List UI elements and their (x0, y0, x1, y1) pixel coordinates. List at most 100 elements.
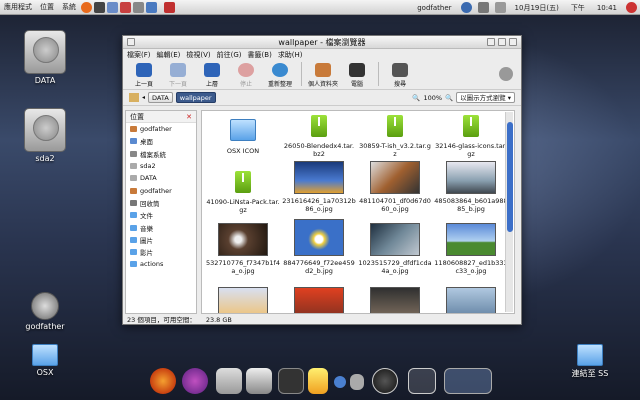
sidebar-item-trash[interactable]: 回收筒 (126, 197, 196, 209)
zoom-out-icon[interactable]: 🔍 (412, 94, 420, 102)
menu-go[interactable]: 前往(G) (217, 50, 242, 60)
file-item[interactable] (358, 287, 432, 313)
menu-help[interactable]: 求助(H) (278, 50, 303, 60)
terminal-launcher-icon[interactable] (94, 1, 105, 13)
home-icon (130, 187, 137, 194)
firefox-launcher-icon[interactable] (81, 1, 92, 13)
file-item[interactable]: 1180608827_ed1b333c33_o.jpg (434, 223, 508, 275)
file-item[interactable]: 30859-T-ish_v3.2.tar.gz (358, 115, 432, 158)
desktop-icon-home[interactable]: godfather (15, 292, 75, 331)
reload-button[interactable]: 重新整理 (263, 63, 297, 89)
red-app-icon[interactable] (164, 1, 175, 13)
search-button[interactable]: 搜尋 (383, 63, 417, 89)
terminal-dock-icon[interactable] (278, 368, 304, 394)
file-item[interactable]: 485083864_b601a98885_b.jpg (434, 161, 508, 213)
file-item[interactable]: 41090-LiNsta-Pack.tar.gz (206, 171, 280, 214)
network-status-icon[interactable] (477, 2, 489, 13)
sidebar-item-godfather-2[interactable]: godfather (126, 184, 196, 196)
sidebar-item-label: 桌面 (140, 138, 153, 147)
clock[interactable]: 10:41 (593, 4, 621, 12)
image-thumbnail (294, 161, 344, 194)
sidebar-item-data[interactable]: DATA (126, 172, 196, 184)
chat-dock-icon[interactable] (216, 368, 242, 394)
volume-icon[interactable] (494, 2, 506, 13)
file-item[interactable]: OSX ICON (206, 119, 280, 155)
file-item[interactable] (434, 287, 508, 313)
workspace-switcher-icon[interactable] (408, 368, 436, 394)
computer-button[interactable]: 電腦 (340, 63, 374, 89)
maximize-button[interactable] (498, 38, 506, 46)
settings-launcher-icon[interactable] (133, 1, 144, 13)
vertical-scrollbar[interactable] (505, 112, 513, 312)
applications-menu[interactable]: 應用程式 (0, 2, 36, 12)
desktop-icon-sda2[interactable]: sda2 (15, 108, 75, 163)
file-item[interactable]: 884776649_f72ee459d2_b.jpg (282, 219, 356, 275)
app-launcher-icon[interactable] (120, 1, 131, 13)
menu-file[interactable]: 檔案(F) (127, 50, 151, 60)
file-item[interactable]: 26050-Blendedx4.tar.bz2 (282, 115, 356, 158)
back-button[interactable]: 上一頁 (127, 63, 161, 89)
places-menu[interactable]: 位置 (36, 2, 58, 12)
sidebar-item-desktop[interactable]: 桌面 (126, 135, 196, 147)
forward-arrow-icon (170, 63, 186, 77)
crumb-data[interactable]: DATA (148, 92, 173, 103)
close-button[interactable] (509, 38, 517, 46)
desktop-icon (130, 138, 137, 145)
image-thumbnail (446, 161, 496, 194)
edit-location-icon[interactable] (129, 93, 139, 102)
crumb-wallpaper[interactable]: wallpaper (175, 92, 216, 103)
small-dock-icon[interactable] (334, 376, 346, 388)
usb-dock-icon[interactable] (350, 374, 364, 390)
drive-dock-icon[interactable] (246, 368, 272, 394)
file-item[interactable]: 481104701_df0d67d060_o.jpg (358, 161, 432, 213)
pidgin-dock-icon[interactable] (182, 368, 208, 394)
menu-view[interactable]: 檢視(V) (186, 50, 210, 60)
desktop-icon-link-ss[interactable]: 連結至 SS (560, 344, 620, 379)
crumb-left-arrow-icon[interactable]: ◂ (142, 94, 145, 101)
file-item[interactable] (206, 287, 280, 313)
close-sidebar-icon[interactable]: ✕ (186, 113, 192, 121)
sidebar-item-actions[interactable]: actions (126, 258, 196, 270)
power-icon[interactable] (626, 2, 637, 13)
system-menu[interactable]: 系統 (58, 2, 80, 12)
forward-button[interactable]: 下一頁 (161, 63, 195, 89)
file-item[interactable]: 1023515729_dfdf1cda4a_o.jpg (358, 223, 432, 275)
window-list-icon[interactable] (444, 368, 492, 394)
desktop-icon-osx[interactable]: OSX (15, 344, 75, 377)
power-dock-icon[interactable] (372, 368, 398, 394)
view-mode-select[interactable]: 以圖示方式瀏覽 ▾ (456, 92, 515, 103)
stop-button[interactable]: 停止 (229, 63, 263, 89)
home-folder-button[interactable]: 個人資料夾 (306, 63, 340, 89)
file-item[interactable]: 532710776_f7347b1f4a_o.jpg (206, 223, 280, 275)
battery-dock-icon[interactable] (308, 368, 328, 394)
file-item[interactable]: 231616426_1a70312b86_o.jpg (282, 161, 356, 213)
network-launcher-icon[interactable] (146, 1, 157, 13)
firefox-dock-icon[interactable] (150, 368, 176, 394)
sidebar-item-filesystem[interactable]: 檔案系統 (126, 148, 196, 160)
desktop-icon-data[interactable]: DATA (15, 30, 75, 85)
menu-edit[interactable]: 編輯(E) (157, 50, 181, 60)
file-manager-launcher-icon[interactable] (107, 1, 118, 13)
date-label[interactable]: 10月19日(五) (511, 3, 563, 13)
file-item[interactable] (282, 287, 356, 313)
minimize-button[interactable] (487, 38, 495, 46)
sidebar-item-music[interactable]: 音樂 (126, 221, 196, 233)
scrollbar-thumb[interactable] (507, 122, 513, 232)
bluetooth-icon[interactable] (460, 2, 472, 13)
sidebar-item-sda2[interactable]: sda2 (126, 160, 196, 172)
sidebar-item-videos[interactable]: 影片 (126, 246, 196, 258)
zoom-in-icon[interactable]: 🔍 (445, 94, 453, 102)
file-item[interactable]: 32146-glass-icons.tar.gz (434, 115, 508, 158)
hard-drive-icon (24, 30, 66, 74)
ampm-label[interactable]: 下午 (567, 3, 589, 13)
zoom-level: 100% (423, 93, 443, 102)
window-menu-icon[interactable] (127, 38, 135, 46)
user-name[interactable]: godfather (413, 4, 455, 12)
up-button[interactable]: 上層 (195, 63, 229, 89)
sidebar-item-documents[interactable]: 文件 (126, 209, 196, 221)
sidebar-item-godfather[interactable]: godfather (126, 123, 196, 135)
sidebar-item-pictures[interactable]: 圖片 (126, 234, 196, 246)
window-titlebar[interactable]: wallpaper - 檔案瀏覽器 (123, 36, 521, 49)
menu-bookmarks[interactable]: 書籤(B) (248, 50, 272, 60)
sidebar-header[interactable]: 位置 ✕ (126, 111, 196, 123)
